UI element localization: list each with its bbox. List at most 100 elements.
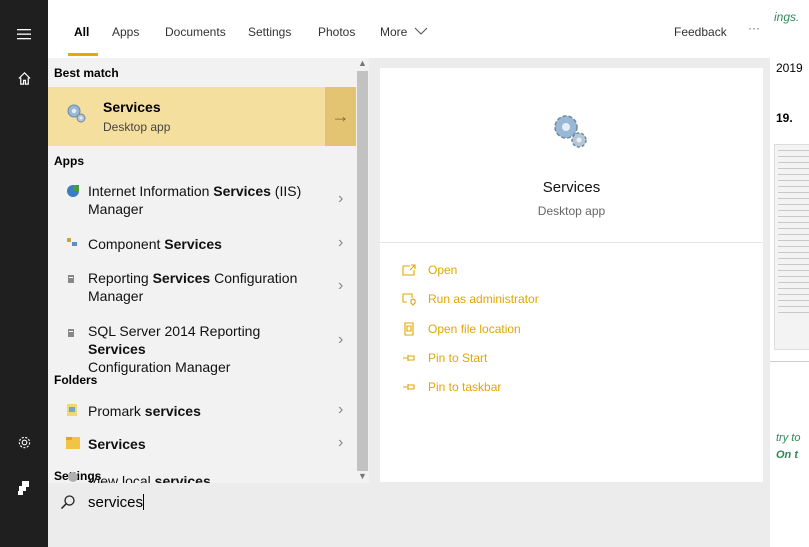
action-label: Pin to Start — [428, 351, 488, 365]
best-match-item[interactable]: Services Desktop app → — [48, 87, 356, 146]
bg-text: On t — [776, 449, 798, 461]
result-match: services — [144, 403, 201, 419]
background-document: ings. 2019 19. try to On t — [770, 0, 809, 547]
shield-icon — [401, 292, 417, 306]
bg-text: ings. — [774, 10, 800, 24]
folder-icon — [66, 403, 78, 417]
action-label: Run as administrator — [428, 292, 539, 306]
gear-icon[interactable] — [0, 420, 48, 464]
scroll-up-icon[interactable]: ▲ — [356, 58, 369, 68]
hamburger-icon[interactable] — [0, 12, 48, 56]
search-icon — [60, 494, 76, 515]
search-box[interactable]: services — [48, 483, 770, 523]
result-match: services — [154, 473, 211, 483]
services-app-icon — [65, 102, 87, 129]
results-scrollbar[interactable]: ▲ ▼ — [356, 58, 369, 483]
tab-settings[interactable]: Settings — [248, 25, 291, 39]
chevron-right-icon[interactable]: › — [338, 401, 343, 419]
search-tabs-bar: All Apps Documents Settings Photos More … — [48, 0, 770, 58]
services-large-icon — [550, 111, 590, 156]
action-open[interactable]: Open — [401, 263, 457, 277]
feedback-link[interactable]: Feedback — [674, 25, 727, 39]
scroll-down-icon[interactable]: ▼ — [356, 471, 369, 481]
result-match: Services — [88, 436, 146, 452]
section-apps: Apps — [54, 154, 84, 168]
home-icon[interactable] — [0, 56, 48, 100]
chevron-right-icon[interactable]: › — [338, 277, 343, 295]
action-open-file-location[interactable]: Open file location — [401, 322, 521, 336]
best-match-subtitle: Desktop app — [103, 120, 171, 134]
expand-arrow-icon[interactable]: → — [325, 87, 356, 146]
bg-text: try to — [776, 432, 801, 444]
chevron-right-icon[interactable]: › — [338, 234, 343, 252]
app-result-reporting-services[interactable]: Reporting Services Configuration Manager … — [48, 266, 356, 310]
reporting-config-icon — [66, 328, 76, 338]
action-label: Open — [428, 263, 458, 277]
result-text: Configuration Manager — [88, 359, 231, 375]
chevron-down-icon — [414, 27, 428, 35]
result-text: (IIS) — [270, 183, 302, 199]
best-match-title: Services — [103, 99, 161, 115]
result-text: Internet Information — [88, 183, 214, 199]
bg-divider — [770, 361, 809, 362]
tab-more-label: More — [380, 25, 408, 39]
tab-more[interactable]: More — [380, 25, 428, 39]
result-text: Manager — [88, 288, 144, 304]
active-tab-indicator — [68, 53, 98, 56]
action-pin-to-taskbar[interactable]: Pin to taskbar — [401, 380, 501, 394]
tab-photos[interactable]: Photos — [318, 25, 355, 39]
text-caret — [143, 494, 145, 510]
result-text: SQL Server 2014 Reporting — [88, 323, 261, 339]
result-text: Manager — [88, 201, 144, 217]
result-text: View local — [88, 473, 155, 483]
result-text: Configuration — [210, 270, 298, 286]
folder-result-promark[interactable]: Promark services › — [48, 399, 356, 423]
search-input[interactable]: services — [88, 494, 145, 511]
section-folders: Folders — [54, 373, 98, 387]
preview-title: Services — [542, 179, 601, 196]
result-match: Services — [164, 236, 222, 252]
app-result-component-services[interactable]: Component Services › — [48, 232, 356, 256]
result-text: Promark — [88, 403, 145, 419]
folder-icon — [66, 436, 80, 450]
tab-all[interactable]: All — [74, 25, 89, 39]
action-label: Open file location — [428, 322, 521, 336]
component-services-icon — [66, 236, 78, 248]
result-text: Component — [88, 236, 165, 252]
pin-icon — [401, 353, 417, 363]
tab-documents[interactable]: Documents — [165, 25, 226, 39]
search-query: services — [88, 494, 144, 511]
folder-result-services[interactable]: Services › — [48, 432, 356, 456]
chevron-right-icon[interactable]: › — [338, 331, 343, 349]
action-run-as-administrator[interactable]: Run as administrator — [401, 292, 539, 306]
bg-screenshot-thumbnail — [774, 144, 809, 350]
preview-subtitle: Desktop app — [537, 204, 606, 218]
chevron-right-icon[interactable]: › — [338, 434, 343, 452]
action-label: Pin to taskbar — [428, 380, 502, 394]
app-result-sql-reporting-config[interactable]: SQL Server 2014 Reporting Services Config… — [48, 320, 356, 375]
result-match: Services — [152, 270, 211, 286]
chevron-right-icon[interactable]: › — [338, 190, 343, 208]
user-icon[interactable] — [0, 466, 48, 510]
file-location-icon — [401, 322, 417, 336]
tab-apps[interactable]: Apps — [112, 25, 139, 39]
result-match: Services — [213, 183, 271, 199]
action-pin-to-start[interactable]: Pin to Start — [401, 351, 487, 365]
result-match: Services — [88, 341, 146, 357]
start-rail — [0, 0, 48, 547]
preview-pane: Services Desktop app Open Run as adminis… — [380, 68, 763, 482]
more-options-button[interactable]: ··· — [748, 21, 760, 35]
app-result-iis[interactable]: Internet Information Services (IIS) Manag… — [48, 176, 356, 222]
preview-divider — [380, 242, 763, 243]
bg-text: 2019 — [776, 61, 803, 75]
settings-result-label-clip: View local services — [48, 473, 356, 483]
open-icon — [401, 264, 417, 276]
search-panel: All Apps Documents Settings Photos More … — [48, 0, 770, 547]
section-best-match: Best match — [54, 66, 119, 80]
pin-icon — [401, 382, 417, 392]
iis-icon — [66, 184, 80, 198]
scrollbar-thumb[interactable] — [357, 71, 368, 471]
bg-text: 19. — [776, 111, 793, 125]
reporting-services-icon — [66, 274, 76, 284]
result-text: Reporting — [88, 270, 153, 286]
